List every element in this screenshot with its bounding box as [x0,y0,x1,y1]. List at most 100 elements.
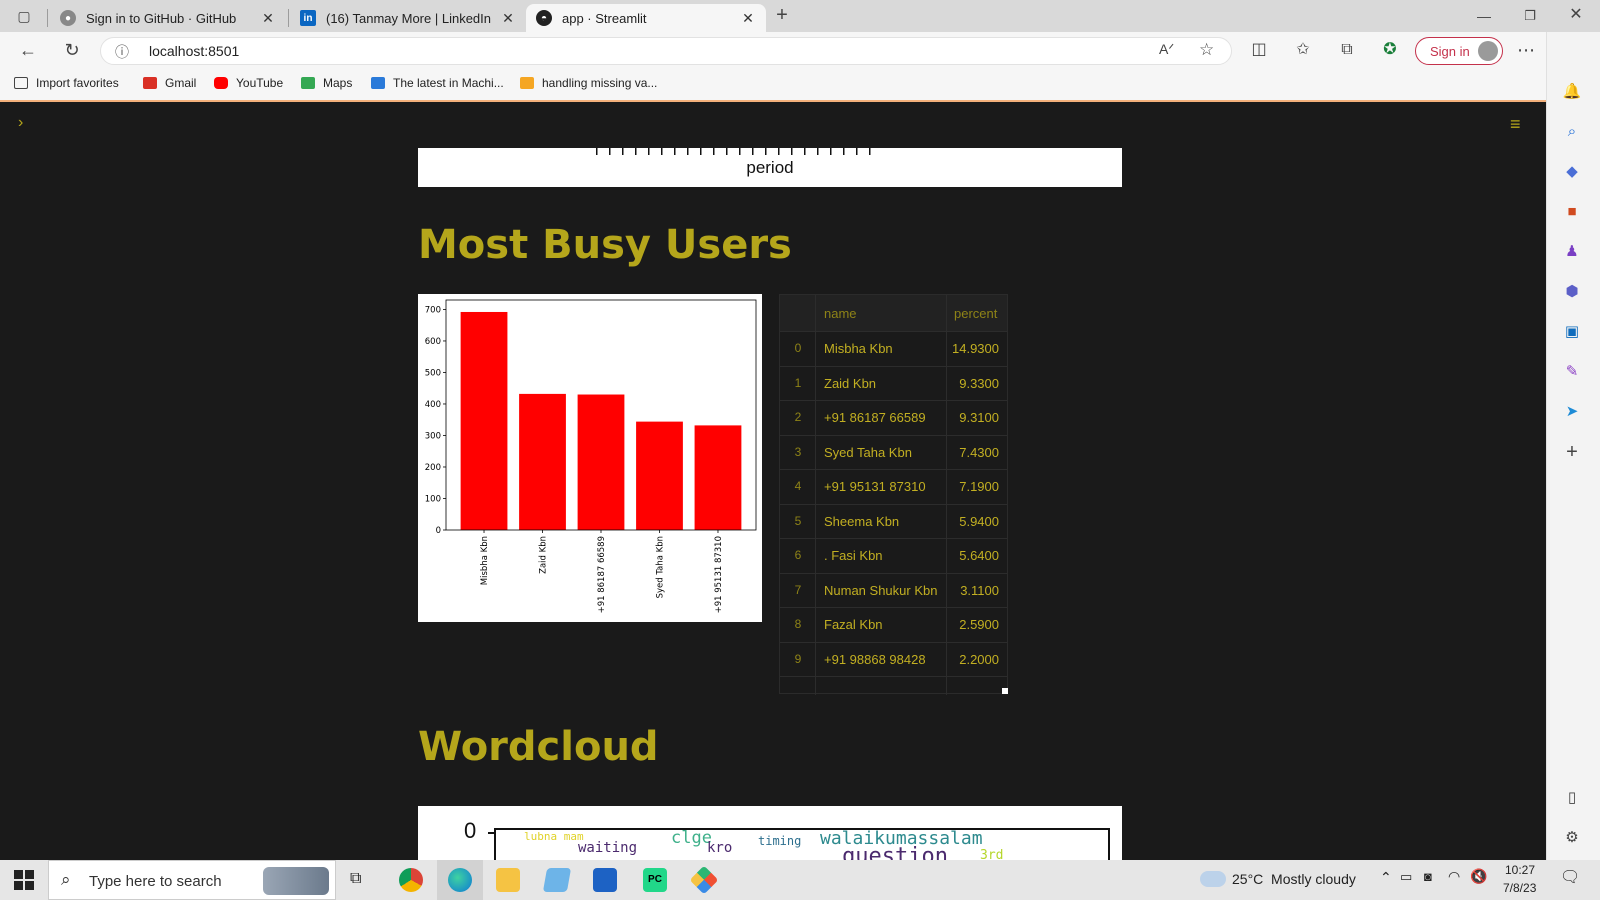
battery-icon[interactable]: ▭ [1400,869,1412,885]
designer-icon[interactable]: ✎ [1562,362,1582,382]
extensions-icon[interactable]: ✪ [1378,40,1402,60]
notifications-bell-icon[interactable]: 🔔 [1562,82,1582,102]
table-row[interactable]: 0 Misbha Kbn 14.9300 [780,331,1007,366]
cell-name[interactable]: Syed Taha Kbn [824,445,912,460]
address-bar[interactable]: ⓘ localhost:8501 Aᐟ ☆ [100,37,1232,65]
weather-text[interactable]: 25°C Mostly cloudy [1232,871,1356,887]
send-icon[interactable]: ➤ [1562,402,1582,422]
table-row[interactable]: 5 Sheema Kbn 5.9400 [780,504,1007,539]
table-row[interactable]: 4 +91 95131 87310 7.1900 [780,469,1007,504]
meet-now-icon[interactable]: ◙ [1424,869,1432,884]
cell-percent[interactable]: 5.6400 [959,548,999,563]
site-info-icon[interactable]: ⓘ [115,42,129,62]
outlook-icon[interactable]: ▣ [1562,322,1582,342]
back-icon[interactable]: ← [16,40,40,60]
cell-percent[interactable]: 3.1100 [960,583,999,598]
split-screen-icon[interactable]: ◫ [1247,40,1271,60]
tools-briefcase-icon[interactable]: ■ [1562,202,1582,222]
tab-linkedin[interactable]: in (16) Tanmay More | LinkedIn ✕ [290,4,526,32]
search-icon[interactable]: ⌕ [1562,122,1582,142]
cell-percent[interactable]: 7.4300 [959,445,999,460]
taskbar-search-box[interactable]: ⌕ Type here to search [48,860,336,900]
bookmark-missing-values[interactable]: handling missing va... [520,76,657,90]
favorites-icon[interactable]: ✩ [1291,40,1315,60]
cell-percent[interactable]: 14.9300 [952,341,999,356]
tab-actions-icon[interactable]: ▢ [12,6,36,26]
read-aloud-icon[interactable]: Aᐟ [1159,41,1174,58]
clock-date[interactable]: 7/8/23 [1503,881,1536,895]
weather-cloud-icon[interactable] [1200,871,1226,887]
clock-time[interactable]: 10:27 [1505,863,1535,877]
microsoft-365-icon[interactable]: ⬢ [1562,282,1582,302]
bookmark-article[interactable]: The latest in Machi... [371,76,504,90]
table-resize-handle[interactable] [1002,688,1008,694]
cell-name[interactable]: Numan Shukur Kbn [824,583,937,598]
cell-name[interactable]: Misbha Kbn [824,341,893,356]
bookmark-import[interactable]: Import favorites [14,76,119,90]
more-options-icon[interactable]: ⋯ [1514,40,1538,60]
table-row[interactable]: 7 Numan Shukur Kbn 3.1100 [780,573,1007,608]
column-header-percent[interactable]: percent [954,306,997,321]
settings-gear-icon[interactable]: ⚙ [1562,828,1582,848]
refresh-icon[interactable]: ↻ [60,40,84,60]
edge-icon[interactable] [448,868,472,892]
table-row[interactable]: 2 +91 86187 66589 9.3100 [780,400,1007,435]
table-row[interactable]: 8 Fazal Kbn 2.5900 [780,607,1007,642]
cell-percent[interactable]: 7.1900 [959,479,999,494]
cell-percent[interactable]: 9.3300 [959,376,999,391]
tray-chevron-icon[interactable]: ⌃ [1380,869,1392,886]
hamburger-menu-icon[interactable]: ≡ [1510,114,1521,135]
close-icon[interactable]: ✕ [740,10,756,27]
y-tick-label: 500 [425,368,441,378]
chrome-icon[interactable] [399,868,423,892]
wifi-icon[interactable]: ◠ [1448,868,1460,885]
cell-name[interactable]: . Fasi Kbn [824,548,883,563]
cell-name[interactable]: Sheema Kbn [824,514,899,529]
remote-desktop-icon[interactable] [593,868,617,892]
cell-name[interactable]: Zaid Kbn [824,376,876,391]
sidebar-layout-icon[interactable]: ▯ [1562,788,1582,808]
y-tick-label: 100 [425,494,441,504]
windows-start-icon[interactable] [14,870,34,890]
cell-percent[interactable]: 5.9400 [959,514,999,529]
minimize-icon[interactable]: — [1472,6,1496,26]
table-row[interactable]: 9 +91 98868 98428 2.2000 [780,642,1007,677]
notification-center-icon[interactable]: 🗨 [1560,867,1580,887]
table-row[interactable]: 1 Zaid Kbn 9.3300 [780,366,1007,401]
favorite-star-icon[interactable]: ☆ [1199,40,1214,60]
notepad-icon[interactable] [542,868,572,892]
tab-streamlit[interactable]: ◓ app · Streamlit ✕ [526,4,766,32]
window-close-icon[interactable]: ✕ [1564,5,1588,25]
busy-users-table[interactable]: name percent 0 Misbha Kbn 14.9300 1 Zaid Kbn… [779,294,1008,695]
cell-name[interactable]: +91 98868 98428 [824,652,926,667]
close-icon[interactable]: ✕ [500,10,516,27]
cell-percent[interactable]: 2.5900 [959,617,999,632]
bookmark-gmail[interactable]: Gmail [143,76,196,90]
address-text[interactable]: localhost:8501 [149,43,239,59]
table-row[interactable]: 6 . Fasi Kbn 5.6400 [780,538,1007,573]
bookmark-maps[interactable]: Maps [301,76,352,90]
close-icon[interactable]: ✕ [260,10,276,27]
y-tick-label: 200 [425,463,441,473]
cell-name[interactable]: +91 95131 87310 [824,479,926,494]
sign-in-button[interactable]: Sign in [1415,37,1503,65]
games-icon[interactable]: ♟ [1562,242,1582,262]
bookmark-youtube[interactable]: YouTube [214,76,283,90]
table-row[interactable]: 3 Syed Taha Kbn 7.4300 [780,435,1007,470]
shopping-tag-icon[interactable]: ◆ [1562,162,1582,182]
collections-icon[interactable]: ⧉ [1335,40,1359,60]
cell-name[interactable]: Fazal Kbn [824,617,883,632]
file-explorer-icon[interactable] [496,868,520,892]
task-view-icon[interactable]: ⧉ [350,870,361,888]
tab-github[interactable]: ● Sign in to GitHub · GitHub ✕ [50,4,286,32]
add-sidebar-app-icon[interactable]: + [1562,442,1582,462]
column-header-name[interactable]: name [824,306,857,321]
volume-muted-icon[interactable]: 🔇 [1470,868,1487,885]
cell-percent[interactable]: 9.3100 [959,410,999,425]
restore-icon[interactable]: ❐ [1518,6,1542,26]
new-tab-icon[interactable]: + [770,5,794,25]
pycharm-icon[interactable]: PC [643,868,667,892]
cell-percent[interactable]: 2.2000 [959,652,999,667]
cell-name[interactable]: +91 86187 66589 [824,410,926,425]
sidebar-expand-chevron-icon[interactable]: › [18,114,23,132]
